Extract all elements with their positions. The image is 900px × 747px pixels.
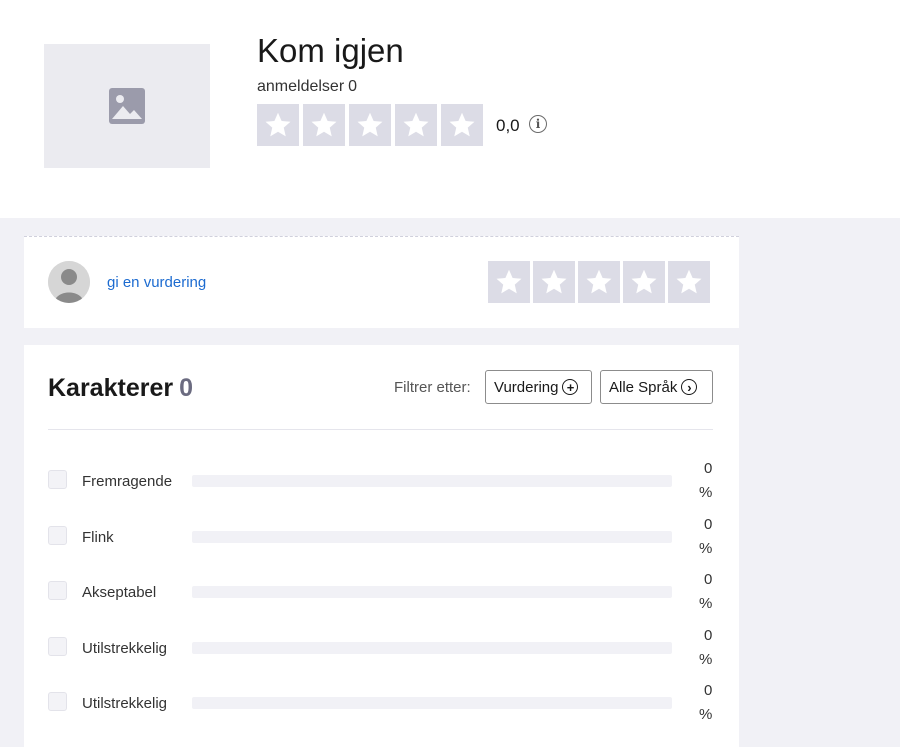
rating-row-label: Fremragende xyxy=(82,473,173,490)
ratings-count: 0 xyxy=(179,374,193,402)
rating-filter-checkbox[interactable] xyxy=(48,636,67,656)
image-placeholder-icon xyxy=(109,88,145,124)
star-icon xyxy=(395,104,437,146)
rating-row: Flink 0% xyxy=(48,516,713,574)
write-review-link[interactable]: gi en vurdering xyxy=(107,274,206,291)
business-logo-placeholder xyxy=(44,44,210,168)
star-icon xyxy=(303,104,345,146)
divider xyxy=(48,429,713,430)
review-count-value: 0 xyxy=(348,78,358,95)
user-avatar-icon xyxy=(48,261,90,303)
rating-bar xyxy=(192,641,672,654)
rating-percent-value: 0 xyxy=(704,682,713,699)
rating-bar xyxy=(192,475,672,487)
rating-row-label: Utilstrekkelig xyxy=(82,639,168,657)
rating-percent-sign: % xyxy=(699,650,713,668)
business-header: Kom igjen anmeldelser 0 0,0 i xyxy=(0,0,900,218)
rating-row-label: Flink xyxy=(82,528,114,546)
rating-filter-checkbox[interactable] xyxy=(48,470,67,489)
rating-bar xyxy=(192,530,672,543)
rating-bar xyxy=(192,586,672,598)
star-icon[interactable] xyxy=(668,261,710,303)
rating-row: Utilstrekkelig 0% xyxy=(48,682,713,740)
rating-percent-sign: % xyxy=(699,706,713,723)
rating-percent-sign: % xyxy=(699,539,713,557)
filter-language-button[interactable]: Alle Språk › xyxy=(600,370,713,404)
filter-language-label: Alle Språk xyxy=(609,378,678,396)
rating-percent-value: 0 xyxy=(704,515,713,533)
ratings-card: Karakterer 0 Filtrer etter: Vurdering + A… xyxy=(24,345,739,747)
rating-bar xyxy=(192,697,672,709)
rating-percent-sign: % xyxy=(699,484,713,501)
filter-label: Filtrer etter: xyxy=(394,379,471,396)
rating-percent-value: 0 xyxy=(704,626,713,644)
star-icon[interactable] xyxy=(578,261,620,303)
review-count-label: anmeldelser xyxy=(257,78,345,95)
plus-circle-icon: + xyxy=(562,379,579,395)
info-circle-icon[interactable]: i xyxy=(529,115,547,133)
rating-row: Fremragende 0% xyxy=(48,460,713,518)
rating-percent-sign: % xyxy=(699,595,713,612)
rating-filter-checkbox[interactable] xyxy=(48,692,67,711)
write-review-star-picker[interactable] xyxy=(488,261,710,303)
trust-score: 0,0 xyxy=(496,116,520,135)
ratings-title-text: Karakterer xyxy=(48,374,174,402)
rating-percent-value: 0 xyxy=(704,460,713,477)
rating-row: Akseptabel 0% xyxy=(48,571,713,629)
chevron-right-circle-icon: › xyxy=(681,379,698,395)
ratings-title: Karakterer 0 xyxy=(48,374,193,403)
business-name: Kom igjen xyxy=(257,32,404,69)
rating-row: Utilstrekkelig 0% xyxy=(48,627,713,685)
rating-row-label: Utilstrekkelig xyxy=(82,695,168,712)
star-icon xyxy=(441,104,483,146)
rating-row-label: Akseptabel xyxy=(82,584,157,601)
write-review-card: gi en vurdering xyxy=(24,236,739,328)
filter-rating-label: Vurdering xyxy=(494,378,559,396)
star-icon xyxy=(349,104,391,146)
star-icon[interactable] xyxy=(488,261,530,303)
rating-filter-checkbox[interactable] xyxy=(48,581,67,600)
rating-filter-checkbox[interactable] xyxy=(48,525,67,545)
star-icon xyxy=(257,104,299,146)
review-count: anmeldelser 0 xyxy=(257,78,357,96)
star-icon[interactable] xyxy=(533,261,575,303)
filter-rating-button[interactable]: Vurdering + xyxy=(485,370,592,404)
rating-percent-value: 0 xyxy=(704,571,713,588)
header-star-rating xyxy=(257,104,483,146)
star-icon[interactable] xyxy=(623,261,665,303)
